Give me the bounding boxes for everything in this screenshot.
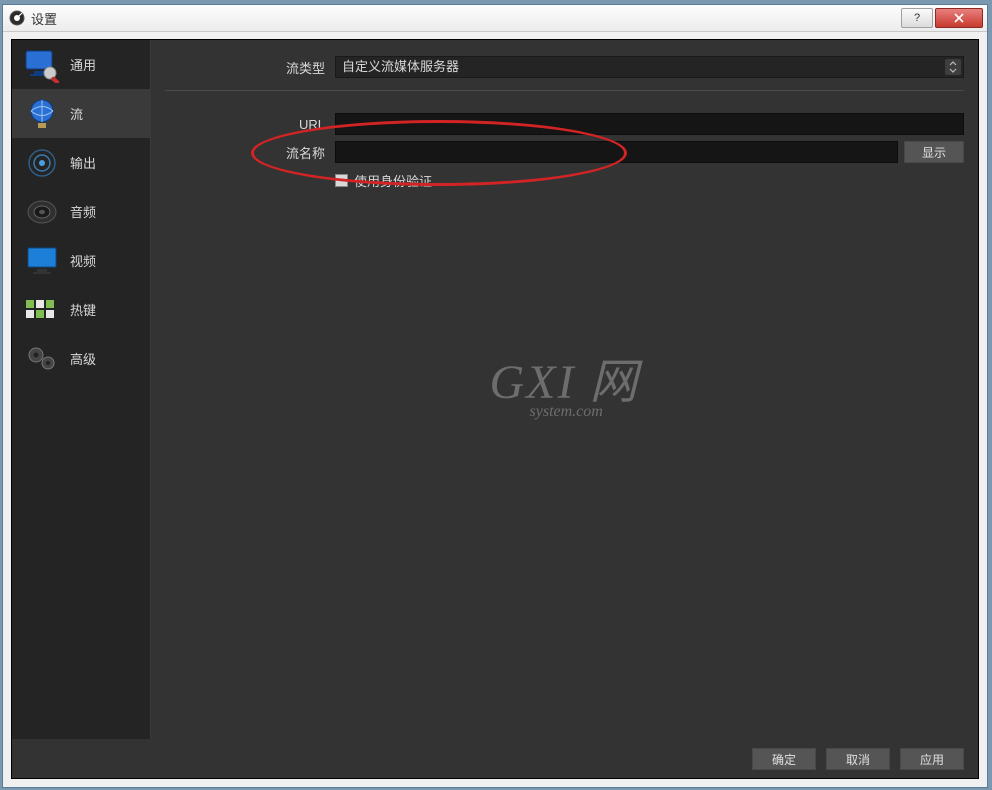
select-spinner-icon[interactable] [945, 59, 961, 75]
ok-button[interactable]: 确定 [752, 748, 816, 770]
sidebar-item-label: 高级 [70, 349, 96, 368]
sidebar-item-label: 视频 [70, 251, 96, 270]
sidebar-item-label: 热键 [70, 300, 96, 319]
watermark-line1: GXI 网 [490, 359, 640, 407]
divider [165, 90, 964, 91]
auth-checkbox-label: 使用身份验证 [354, 171, 432, 190]
window-title: 设置 [31, 9, 899, 28]
broadcast-icon [20, 145, 64, 181]
cancel-button[interactable]: 取消 [826, 748, 890, 770]
stream-name-label: 流名称 [165, 143, 335, 162]
sidebar-item-video[interactable]: 视频 [12, 236, 150, 285]
client-area: 通用 流 [11, 39, 979, 779]
gears-icon [20, 341, 64, 377]
help-button[interactable]: ? [901, 8, 933, 28]
globe-icon [20, 96, 64, 132]
auth-checkbox[interactable] [335, 174, 348, 187]
sidebar-item-label: 音频 [70, 202, 96, 221]
content-panel: 流类型 自定义流媒体服务器 URL [151, 40, 978, 739]
url-label: URL [165, 117, 335, 132]
app-icon [9, 10, 25, 26]
sidebar-item-audio[interactable]: 音频 [12, 187, 150, 236]
stream-type-label: 流类型 [165, 58, 335, 77]
stream-type-value: 自定义流媒体服务器 [342, 59, 459, 74]
sidebar-item-general[interactable]: 通用 [12, 40, 150, 89]
show-button[interactable]: 显示 [904, 141, 964, 163]
sidebar-item-output[interactable]: 输出 [12, 138, 150, 187]
stream-type-select[interactable]: 自定义流媒体服务器 [335, 56, 964, 78]
keyboard-icon [20, 292, 64, 328]
sidebar-item-label: 通用 [70, 55, 96, 74]
monitor-icon [20, 243, 64, 279]
watermark: GXI 网 system.com [490, 359, 640, 421]
wrench-monitor-icon [20, 47, 64, 83]
button-bar: 确定 取消 应用 [12, 739, 978, 778]
apply-button[interactable]: 应用 [900, 748, 964, 770]
url-input[interactable] [335, 113, 964, 135]
titlebar[interactable]: 设置 ? [3, 5, 987, 32]
sidebar-item-label: 流 [70, 104, 83, 123]
watermark-line2: system.com [530, 403, 640, 421]
speaker-icon [20, 194, 64, 230]
settings-window: 设置 ? [2, 4, 988, 788]
sidebar: 通用 流 [12, 40, 151, 739]
sidebar-item-label: 输出 [70, 153, 96, 172]
sidebar-item-stream[interactable]: 流 [12, 89, 150, 138]
stream-name-input[interactable] [335, 141, 898, 163]
close-button[interactable] [935, 8, 983, 28]
sidebar-item-hotkeys[interactable]: 热键 [12, 285, 150, 334]
sidebar-item-advanced[interactable]: 高级 [12, 334, 150, 383]
